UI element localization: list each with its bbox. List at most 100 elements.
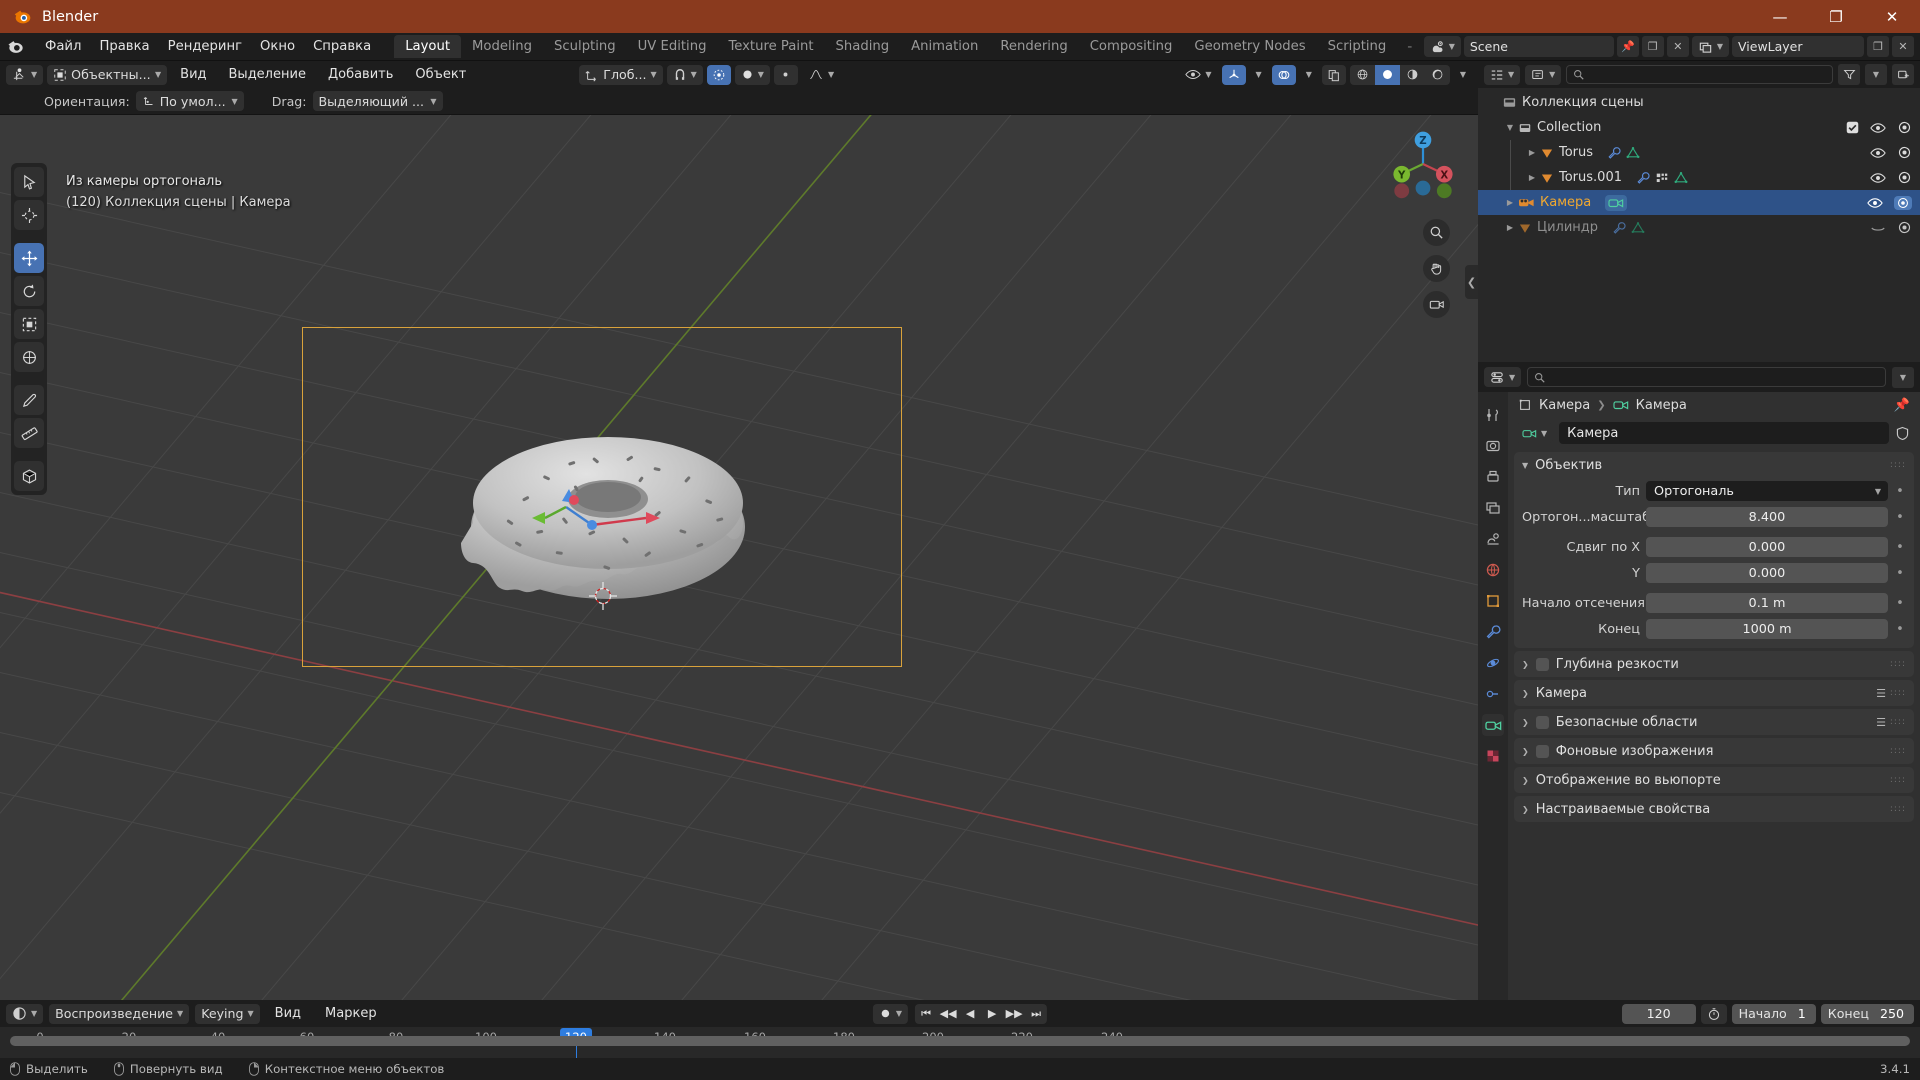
tab-modifiers[interactable]	[1482, 621, 1504, 643]
material-preview-button[interactable]	[1400, 65, 1425, 85]
ortho-scale-input[interactable]: 8.400	[1646, 507, 1888, 527]
mesh-data-icon[interactable]	[1674, 171, 1688, 185]
eye-icon[interactable]	[1870, 172, 1886, 184]
properties-editor-type-selector[interactable]: ▼	[1484, 367, 1522, 387]
timeline-horizontal-scrollbar[interactable]	[10, 1036, 1910, 1046]
tab-texture[interactable]	[1482, 745, 1504, 767]
lens-type-dropdown[interactable]: Ортогональ ▼	[1646, 481, 1888, 501]
outliner-search-input[interactable]	[1566, 65, 1833, 84]
ortho-scale-animate-dot[interactable]: •	[1894, 510, 1906, 525]
checkbox-checked-icon[interactable]	[1846, 121, 1859, 134]
navigation-gizmo[interactable]: Z Y X	[1386, 127, 1460, 201]
camera-name-input[interactable]: Камера	[1559, 422, 1889, 444]
tab-modeling[interactable]: Modeling	[461, 35, 543, 58]
object-visibility-selector[interactable]: ▼	[1179, 65, 1217, 85]
camera-disclosure-triangle-icon[interactable]: ▶	[1502, 198, 1518, 207]
sidebar-collapse-arrow-icon[interactable]: ❮	[1465, 265, 1478, 299]
viewport-menu-view[interactable]: Вид	[171, 65, 215, 84]
dof-enable-checkbox[interactable]	[1535, 657, 1549, 671]
outliner-row-collection[interactable]: ▼ Collection	[1478, 115, 1920, 140]
depth-of-field-panel-header[interactable]: ❯ Глубина резкости ::::	[1514, 651, 1914, 677]
tool-move[interactable]	[14, 243, 44, 273]
outliner-row-torus[interactable]: ▶ Torus	[1478, 140, 1920, 165]
tab-rendering[interactable]: Rendering	[989, 35, 1078, 58]
tab-viewlayer[interactable]	[1482, 497, 1504, 519]
menu-render[interactable]: Рендеринг	[159, 36, 251, 57]
modifier-wrench-icon[interactable]	[1607, 146, 1621, 160]
properties-search-input[interactable]	[1527, 367, 1886, 387]
breadcrumb-object[interactable]: Камера	[1539, 398, 1590, 413]
menu-edit[interactable]: Правка	[90, 36, 158, 57]
modifier-wrench-icon[interactable]	[1636, 171, 1650, 185]
bg-images-enable-checkbox[interactable]	[1535, 744, 1549, 758]
delete-viewlayer-icon[interactable]: ✕	[1892, 36, 1914, 57]
use-preview-range-toggle[interactable]	[1700, 1003, 1727, 1024]
camera-render-icon[interactable]	[1897, 146, 1912, 159]
proportional-falloff-selector[interactable]: ▼	[734, 64, 770, 85]
keying-menu[interactable]: Keying ▼	[195, 1003, 260, 1024]
torus-disclosure-triangle-icon[interactable]: ▶	[1524, 148, 1540, 157]
tab-object[interactable]	[1482, 590, 1504, 612]
fake-user-shield-icon[interactable]	[1895, 426, 1910, 441]
tab-object-data[interactable]	[1482, 714, 1504, 736]
eye-icon[interactable]	[1867, 197, 1883, 209]
tab-output[interactable]	[1482, 466, 1504, 488]
frame-start-field[interactable]: Начало 1	[1731, 1003, 1816, 1024]
add-workspace-button[interactable]: -	[1397, 39, 1422, 55]
safe-areas-enable-checkbox[interactable]	[1535, 715, 1549, 729]
clip-start-input[interactable]: 0.1 m	[1646, 593, 1888, 613]
tab-shading[interactable]: Shading	[825, 35, 901, 58]
tool-scale[interactable]	[14, 309, 44, 339]
tab-layout[interactable]: Layout	[394, 35, 462, 58]
camera-data-icon[interactable]	[1608, 196, 1624, 210]
shift-x-animate-dot[interactable]: •	[1894, 540, 1906, 555]
maximize-button[interactable]: ❐	[1808, 0, 1864, 33]
viewport-menu-object[interactable]: Объект	[406, 65, 475, 84]
clip-end-animate-dot[interactable]: •	[1894, 622, 1906, 637]
lens-panel-chevron-down-icon[interactable]: ▼	[1522, 461, 1528, 470]
scene-name-field[interactable]: Scene	[1463, 36, 1614, 57]
pin-id-icon[interactable]: 📌	[1894, 398, 1910, 413]
close-button[interactable]: ✕	[1864, 0, 1920, 33]
xray-toggle[interactable]	[1321, 64, 1346, 85]
eye-icon[interactable]	[1870, 147, 1886, 159]
new-scene-icon[interactable]: ❐	[1641, 36, 1664, 57]
show-gizmo-toggle[interactable]	[1221, 64, 1246, 85]
timeline-menu-marker[interactable]: Маркер	[316, 1004, 386, 1023]
tab-tool[interactable]	[1482, 404, 1504, 426]
show-overlays-toggle[interactable]	[1271, 64, 1296, 85]
mesh-data-icon[interactable]	[1631, 221, 1645, 235]
tab-render[interactable]	[1482, 435, 1504, 457]
safe-areas-panel-header[interactable]: ❯ Безопасные области ☰ ::::	[1514, 709, 1914, 735]
viewlayer-name-field[interactable]: ViewLayer	[1732, 36, 1864, 57]
bg-images-chevron-right-icon[interactable]: ❯	[1522, 747, 1529, 756]
viewport-display-panel-header[interactable]: ❯ Отображение во вьюпорте ::::	[1514, 767, 1914, 793]
editor-type-selector[interactable]: ▼	[6, 64, 44, 85]
viewport-menu-add[interactable]: Добавить	[319, 65, 402, 84]
play-reverse-button[interactable]: ◀	[959, 1004, 981, 1024]
outliner-row-cylinder[interactable]: ▶ Цилиндр	[1478, 215, 1920, 240]
rendered-shading-button[interactable]	[1425, 65, 1450, 85]
proportional-edit-toggle[interactable]	[706, 64, 731, 85]
tool-add-cube[interactable]	[14, 461, 44, 491]
cylinder-disclosure-triangle-icon[interactable]: ▶	[1502, 223, 1518, 232]
lens-panel-header[interactable]: ▼ Объектив ::::	[1514, 452, 1914, 478]
eye-icon[interactable]	[1870, 122, 1886, 134]
viewport-canvas[interactable]: Из камеры ортогональ (120) Коллекция сце…	[0, 115, 1478, 1000]
viewport-menu-select[interactable]: Выделение	[220, 65, 315, 84]
camera-panel-presets-icon[interactable]: ☰	[1876, 687, 1886, 700]
tab-uv-editing[interactable]: UV Editing	[627, 35, 718, 58]
camera-panel-header[interactable]: ❯ Камера ☰ ::::	[1514, 680, 1914, 706]
tool-cursor[interactable]	[14, 200, 44, 230]
timeline-menu-view[interactable]: Вид	[266, 1004, 310, 1023]
blender-menu-icon[interactable]	[6, 37, 26, 57]
transform-orientation-selector[interactable]: Глоб... ▼	[579, 64, 663, 85]
shading-options-selector[interactable]: ▼	[1454, 65, 1472, 85]
auto-keying-toggle[interactable]: ▼	[872, 1003, 909, 1024]
shift-y-animate-dot[interactable]: •	[1894, 566, 1906, 581]
camera-view-button[interactable]	[1423, 291, 1450, 318]
tool-measure[interactable]	[14, 418, 44, 448]
tab-scene[interactable]	[1482, 528, 1504, 550]
previous-keyframe-button[interactable]: ◀◀	[937, 1004, 959, 1024]
jump-to-end-button[interactable]: ⏭	[1025, 1004, 1047, 1024]
